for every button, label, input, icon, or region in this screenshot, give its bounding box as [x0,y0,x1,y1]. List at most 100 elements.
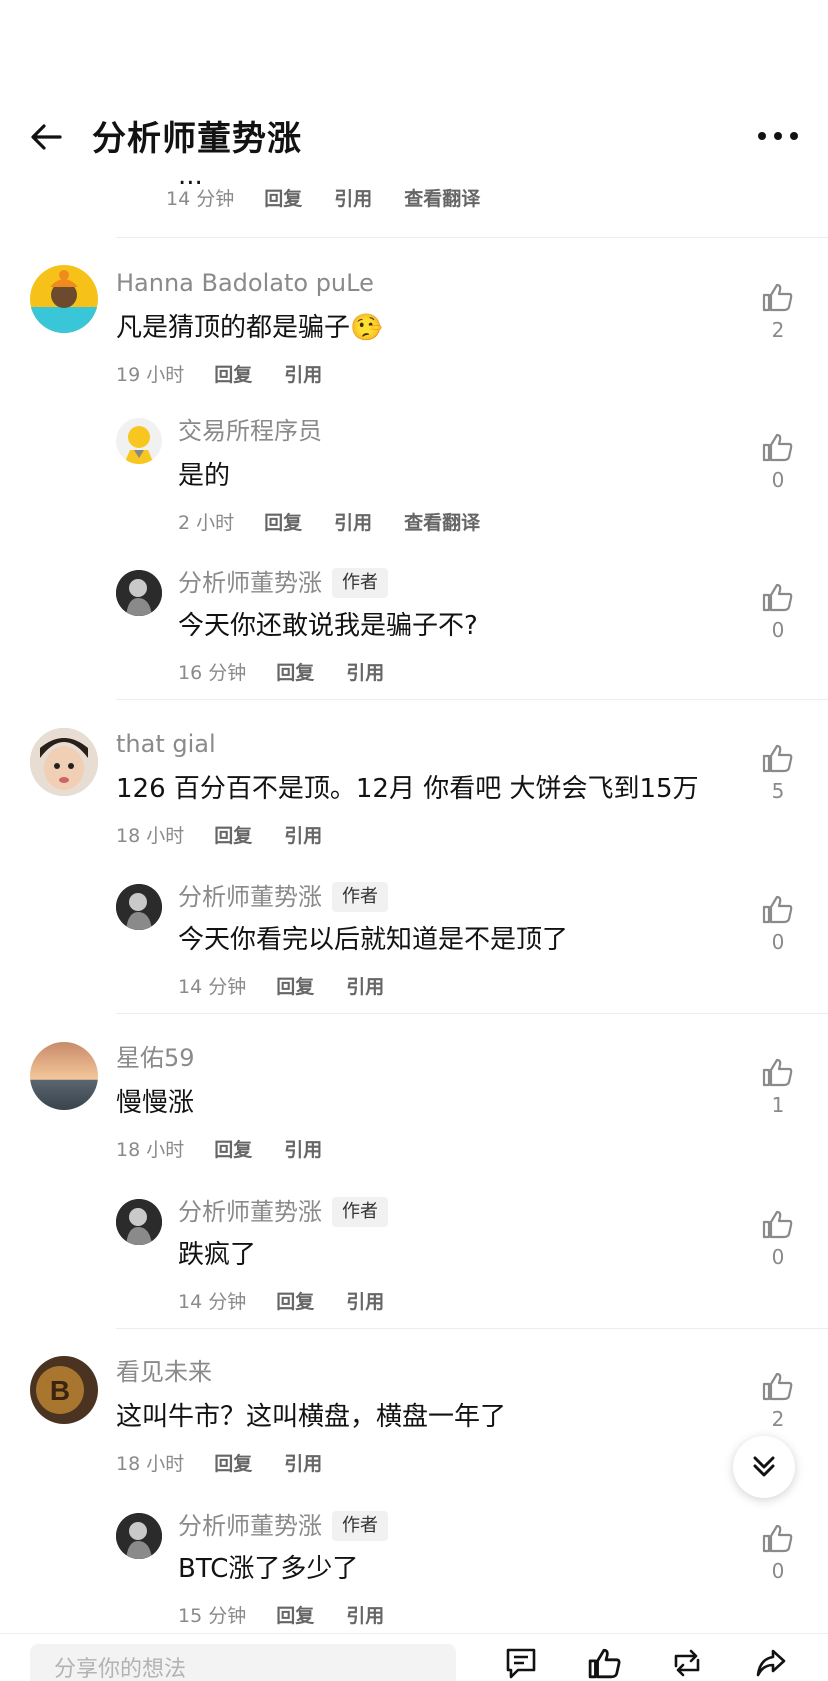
reply-text: 是的 [178,461,231,491]
reply-author[interactable]: 交易所程序员 [178,414,322,448]
reply-author[interactable]: 分析师董势涨 作者 [178,1195,388,1229]
divider [116,699,828,700]
reply-button[interactable]: 回复 [264,184,302,211]
author-avatar[interactable] [116,884,162,930]
thumb-up-icon [762,744,793,773]
reply-button[interactable]: 回复 [276,658,314,685]
reply-text: 今天你还敢说我是骗子不? [178,611,478,641]
like-button[interactable]: 2 [753,1371,803,1431]
more-button[interactable] [758,121,798,151]
avatar[interactable]: B [30,1356,98,1424]
like-count: 0 [771,1559,785,1583]
reply-time: 14 分钟 [166,187,235,210]
author-tag: 作者 [332,1511,388,1541]
comment-meta: 19 小时 回复 引用 [116,358,354,388]
comment-text: 慢慢涨 [116,1088,195,1118]
comment-author[interactable]: that gial [116,727,216,761]
author-tag: 作者 [332,882,388,912]
avatar[interactable] [116,418,162,464]
like-count: 0 [771,1245,785,1269]
divider [116,1328,828,1329]
like-count: 1 [771,1093,785,1117]
thumb-up-icon [762,583,793,612]
more-icon [758,132,766,140]
comment-author[interactable]: 星佑59 [116,1041,195,1075]
like-button[interactable]: 0 [753,432,803,492]
comment-text: 凡是猜顶的都是骗子🤥 [116,313,383,343]
reply-author[interactable]: 分析师董势涨 作者 [178,880,388,914]
quote-button[interactable]: 引用 [334,508,372,535]
author-avatar[interactable] [116,570,162,616]
reply-text: 跌疯了 [178,1240,257,1270]
back-button[interactable] [28,117,68,157]
thumb-up-icon [762,1372,793,1401]
reply-button[interactable]: 回复 [264,508,302,535]
reply-text: BTC涨了多少了 [178,1554,359,1584]
share-button[interactable] [754,1646,788,1680]
like-count: 2 [771,1407,785,1431]
quote-button[interactable]: 引用 [346,658,384,685]
bottom-action-bar: 分享你的想法 [0,1633,828,1681]
thumb-up-icon [762,895,793,924]
comment-text: 126 百分百不是顶。12月 你看吧 大饼会飞到15万 [116,774,699,804]
like-post-button[interactable] [588,1646,622,1680]
comment-button[interactable] [504,1646,538,1680]
avatar[interactable] [30,728,98,796]
reply-button[interactable]: 回复 [214,1449,252,1476]
reply-author[interactable]: 分析师董势涨 作者 [178,1509,388,1543]
comment-author[interactable]: 看见未来 [116,1355,212,1389]
like-button[interactable]: 0 [753,1209,803,1269]
author-avatar[interactable] [116,1199,162,1245]
like-button[interactable]: 2 [753,282,803,342]
reply-author[interactable]: 分析师董势涨 作者 [178,566,388,600]
quote-button[interactable]: 引用 [346,972,384,999]
reply-button[interactable]: 回复 [276,1601,314,1628]
translate-button[interactable]: 查看翻译 [404,184,480,211]
like-count: 2 [771,318,785,342]
quote-button[interactable]: 引用 [346,1601,384,1628]
repost-icon [674,1649,700,1677]
reply-meta: 2 小时 回复 引用 查看翻译 [178,506,512,536]
thumb-up-icon [762,1210,793,1239]
like-button[interactable]: 0 [753,582,803,642]
like-button[interactable]: 0 [753,1523,803,1583]
like-button[interactable]: 5 [753,743,803,803]
thumb-up-icon [762,433,793,462]
like-button[interactable]: 1 [753,1057,803,1117]
reply-meta: 15 分钟 回复 引用 [178,1599,416,1629]
reply-text: 今天你看完以后就知道是不是顶了 [178,925,569,955]
author-avatar[interactable] [116,1513,162,1559]
avatar[interactable] [30,1042,98,1110]
quote-button[interactable]: 引用 [334,184,372,211]
quote-button[interactable]: 引用 [284,821,322,848]
avatar[interactable] [30,265,98,333]
comment-meta: 18 小时 回复 引用 [116,1133,354,1163]
comment-text: 这叫牛市？这叫横盘，横盘一年了 [116,1402,507,1432]
thumb-up-icon [762,1058,793,1087]
double-chevron-down-icon [753,1456,775,1477]
reply-button[interactable]: 回复 [276,1287,314,1314]
reply-button[interactable]: 回复 [276,972,314,999]
like-button[interactable]: 0 [753,894,803,954]
like-count: 5 [771,779,785,803]
quote-button[interactable]: 引用 [284,1135,322,1162]
like-count: 0 [771,930,785,954]
comment-meta: 18 小时 回复 引用 [116,1447,354,1477]
comment-author[interactable]: Hanna Badolato puLe [116,266,374,300]
like-icon [588,1648,621,1679]
scroll-to-bottom-button[interactable] [733,1436,795,1498]
comment-input[interactable]: 分享你的想法 [30,1644,456,1681]
comment-meta: 18 小时 回复 引用 [116,819,354,849]
like-count: 0 [771,618,785,642]
reply-meta: 16 分钟 回复 引用 [178,656,416,686]
thumb-up-icon [762,283,793,312]
quote-button[interactable]: 引用 [284,360,322,387]
quote-button[interactable]: 引用 [284,1449,322,1476]
reply-button[interactable]: 回复 [214,1135,252,1162]
reply-button[interactable]: 回复 [214,821,252,848]
repost-button[interactable] [670,1646,704,1680]
author-tag: 作者 [332,1197,388,1227]
reply-button[interactable]: 回复 [214,360,252,387]
translate-button[interactable]: 查看翻译 [404,508,480,535]
quote-button[interactable]: 引用 [346,1287,384,1314]
